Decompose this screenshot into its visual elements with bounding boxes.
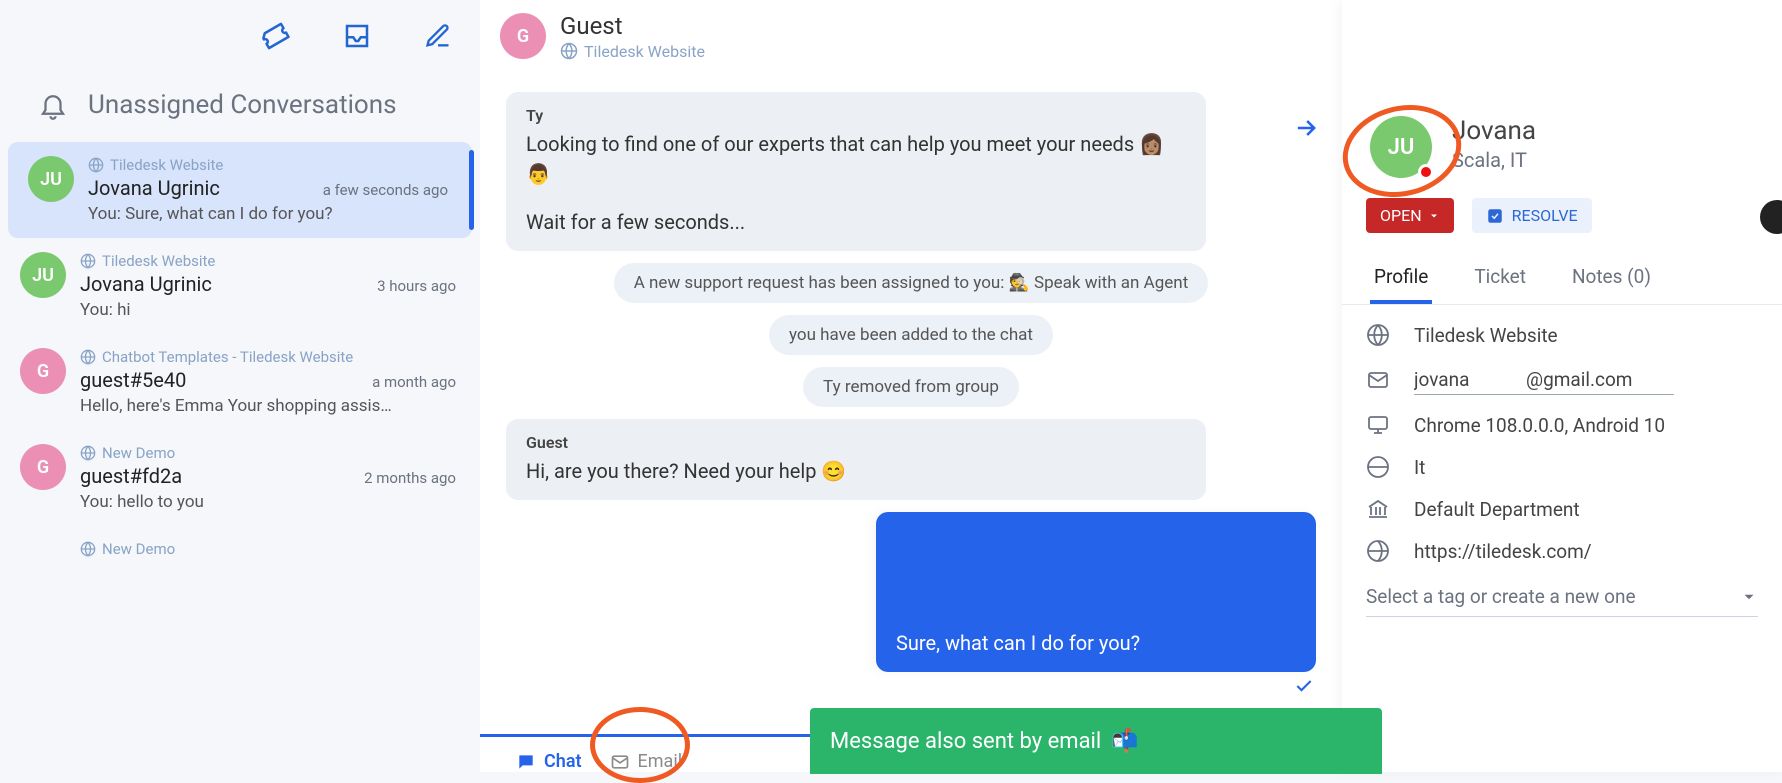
chat-header: G Guest Tiledesk Website	[480, 0, 1342, 72]
ticket-icon[interactable]	[260, 21, 290, 51]
top-toolbar	[0, 0, 480, 72]
conv-name: Jovana Ugrinic	[88, 176, 220, 200]
chevron-down-icon	[1740, 588, 1758, 606]
globe-icon	[1366, 455, 1392, 479]
mail-icon	[1366, 368, 1392, 392]
message-thread: Ty Looking to find one of our experts th…	[480, 72, 1342, 734]
avatar: JU	[20, 252, 66, 298]
open-status-button[interactable]: OPEN	[1366, 198, 1454, 233]
field-department: Default Department	[1366, 497, 1758, 521]
email-input[interactable]	[1414, 365, 1674, 395]
conversation-item[interactable]: JU Tiledesk Website Jovana Ugrinic a few …	[8, 142, 472, 238]
chat-panel: G Guest Tiledesk Website Ty Looking to f…	[480, 0, 1342, 772]
conv-source: Tiledesk Website	[80, 252, 456, 270]
field-website: Tiledesk Website	[1366, 323, 1758, 347]
conv-time: a few seconds ago	[323, 181, 448, 199]
globe-icon	[1366, 539, 1392, 563]
conv-source: New Demo	[80, 444, 456, 462]
status-dot	[1418, 164, 1434, 180]
conv-source: Tiledesk Website	[88, 156, 448, 174]
sidebar: Unassigned Conversations JU Tiledesk Web…	[0, 0, 480, 772]
tag-select[interactable]: Select a tag or create a new one	[1366, 581, 1758, 617]
profile-header: JU Jovana Scala, IT	[1342, 116, 1782, 198]
conv-source: Chatbot Templates - Tiledesk Website	[80, 348, 456, 366]
system-message: you have been added to the chat	[769, 315, 1053, 355]
conversation-item[interactable]: G Chatbot Templates - Tiledesk Website g…	[0, 334, 480, 430]
profile-name: Jovana	[1452, 116, 1536, 146]
status-row: OPEN RESOLVE	[1342, 198, 1782, 253]
resolve-button[interactable]: RESOLVE	[1472, 198, 1592, 233]
globe-icon	[1366, 323, 1392, 347]
unassigned-header: Unassigned Conversations	[0, 72, 480, 142]
tab-email[interactable]: Email	[610, 751, 683, 772]
avatar: G	[500, 13, 546, 59]
field-browser: Chrome 108.0.0.0, Android 10	[1366, 413, 1758, 437]
field-email	[1366, 365, 1758, 395]
email-toast: Message also sent by email 📬	[810, 708, 1382, 774]
conversation-item[interactable]: G New Demo guest#fd2a2 months ago You: h…	[0, 430, 480, 526]
bot-message: Ty Looking to find one of our experts th…	[506, 92, 1206, 251]
tab-chat[interactable]: Chat	[516, 751, 582, 772]
system-message: Ty removed from group	[803, 367, 1019, 407]
unassigned-title: Unassigned Conversations	[88, 90, 397, 120]
monitor-icon	[1366, 413, 1392, 437]
profile-fields: Tiledesk Website Chrome 108.0.0.0, Andro…	[1342, 305, 1782, 635]
inbox-icon[interactable]	[342, 21, 372, 51]
mailbox-icon: 📬	[1111, 729, 1138, 754]
chat-header-name: Guest	[560, 12, 705, 40]
avatar: JU	[28, 156, 74, 202]
avatar: G	[20, 444, 66, 490]
conversation-list: JU Tiledesk Website Jovana Ugrinic a few …	[0, 142, 480, 572]
conv-source: New Demo	[80, 540, 456, 558]
read-check-icon	[1294, 676, 1314, 696]
chat-header-source: Tiledesk Website	[560, 42, 705, 61]
guest-message: Guest Hi, are you there? Need your help …	[506, 419, 1206, 500]
avatar: JU	[1370, 116, 1432, 178]
tab-ticket[interactable]: Ticket	[1470, 253, 1530, 304]
profile-panel: JU Jovana Scala, IT OPEN RESOLVE Profile…	[1342, 0, 1782, 772]
tab-profile[interactable]: Profile	[1370, 253, 1432, 304]
profile-tabs: Profile Ticket Notes (0)	[1342, 253, 1782, 305]
conversation-item[interactable]: JU Tiledesk Website Jovana Ugrinic3 hour…	[0, 238, 480, 334]
tab-notes[interactable]: Notes (0)	[1568, 253, 1655, 304]
bank-icon	[1366, 497, 1392, 521]
bell-icon[interactable]	[38, 90, 68, 120]
compose-icon[interactable]	[424, 22, 452, 50]
field-url: https://tiledesk.com/	[1366, 539, 1758, 563]
avatar: G	[20, 348, 66, 394]
expand-arrow-icon[interactable]	[1292, 114, 1320, 142]
conv-preview: You: Sure, what can I do for you?	[88, 204, 448, 224]
conversation-item[interactable]: New Demo	[0, 526, 480, 572]
field-locale: It	[1366, 455, 1758, 479]
agent-message: Sure, what can I do for you?	[876, 512, 1316, 672]
system-message: A new support request has been assigned …	[614, 263, 1209, 303]
profile-location: Scala, IT	[1452, 148, 1536, 172]
